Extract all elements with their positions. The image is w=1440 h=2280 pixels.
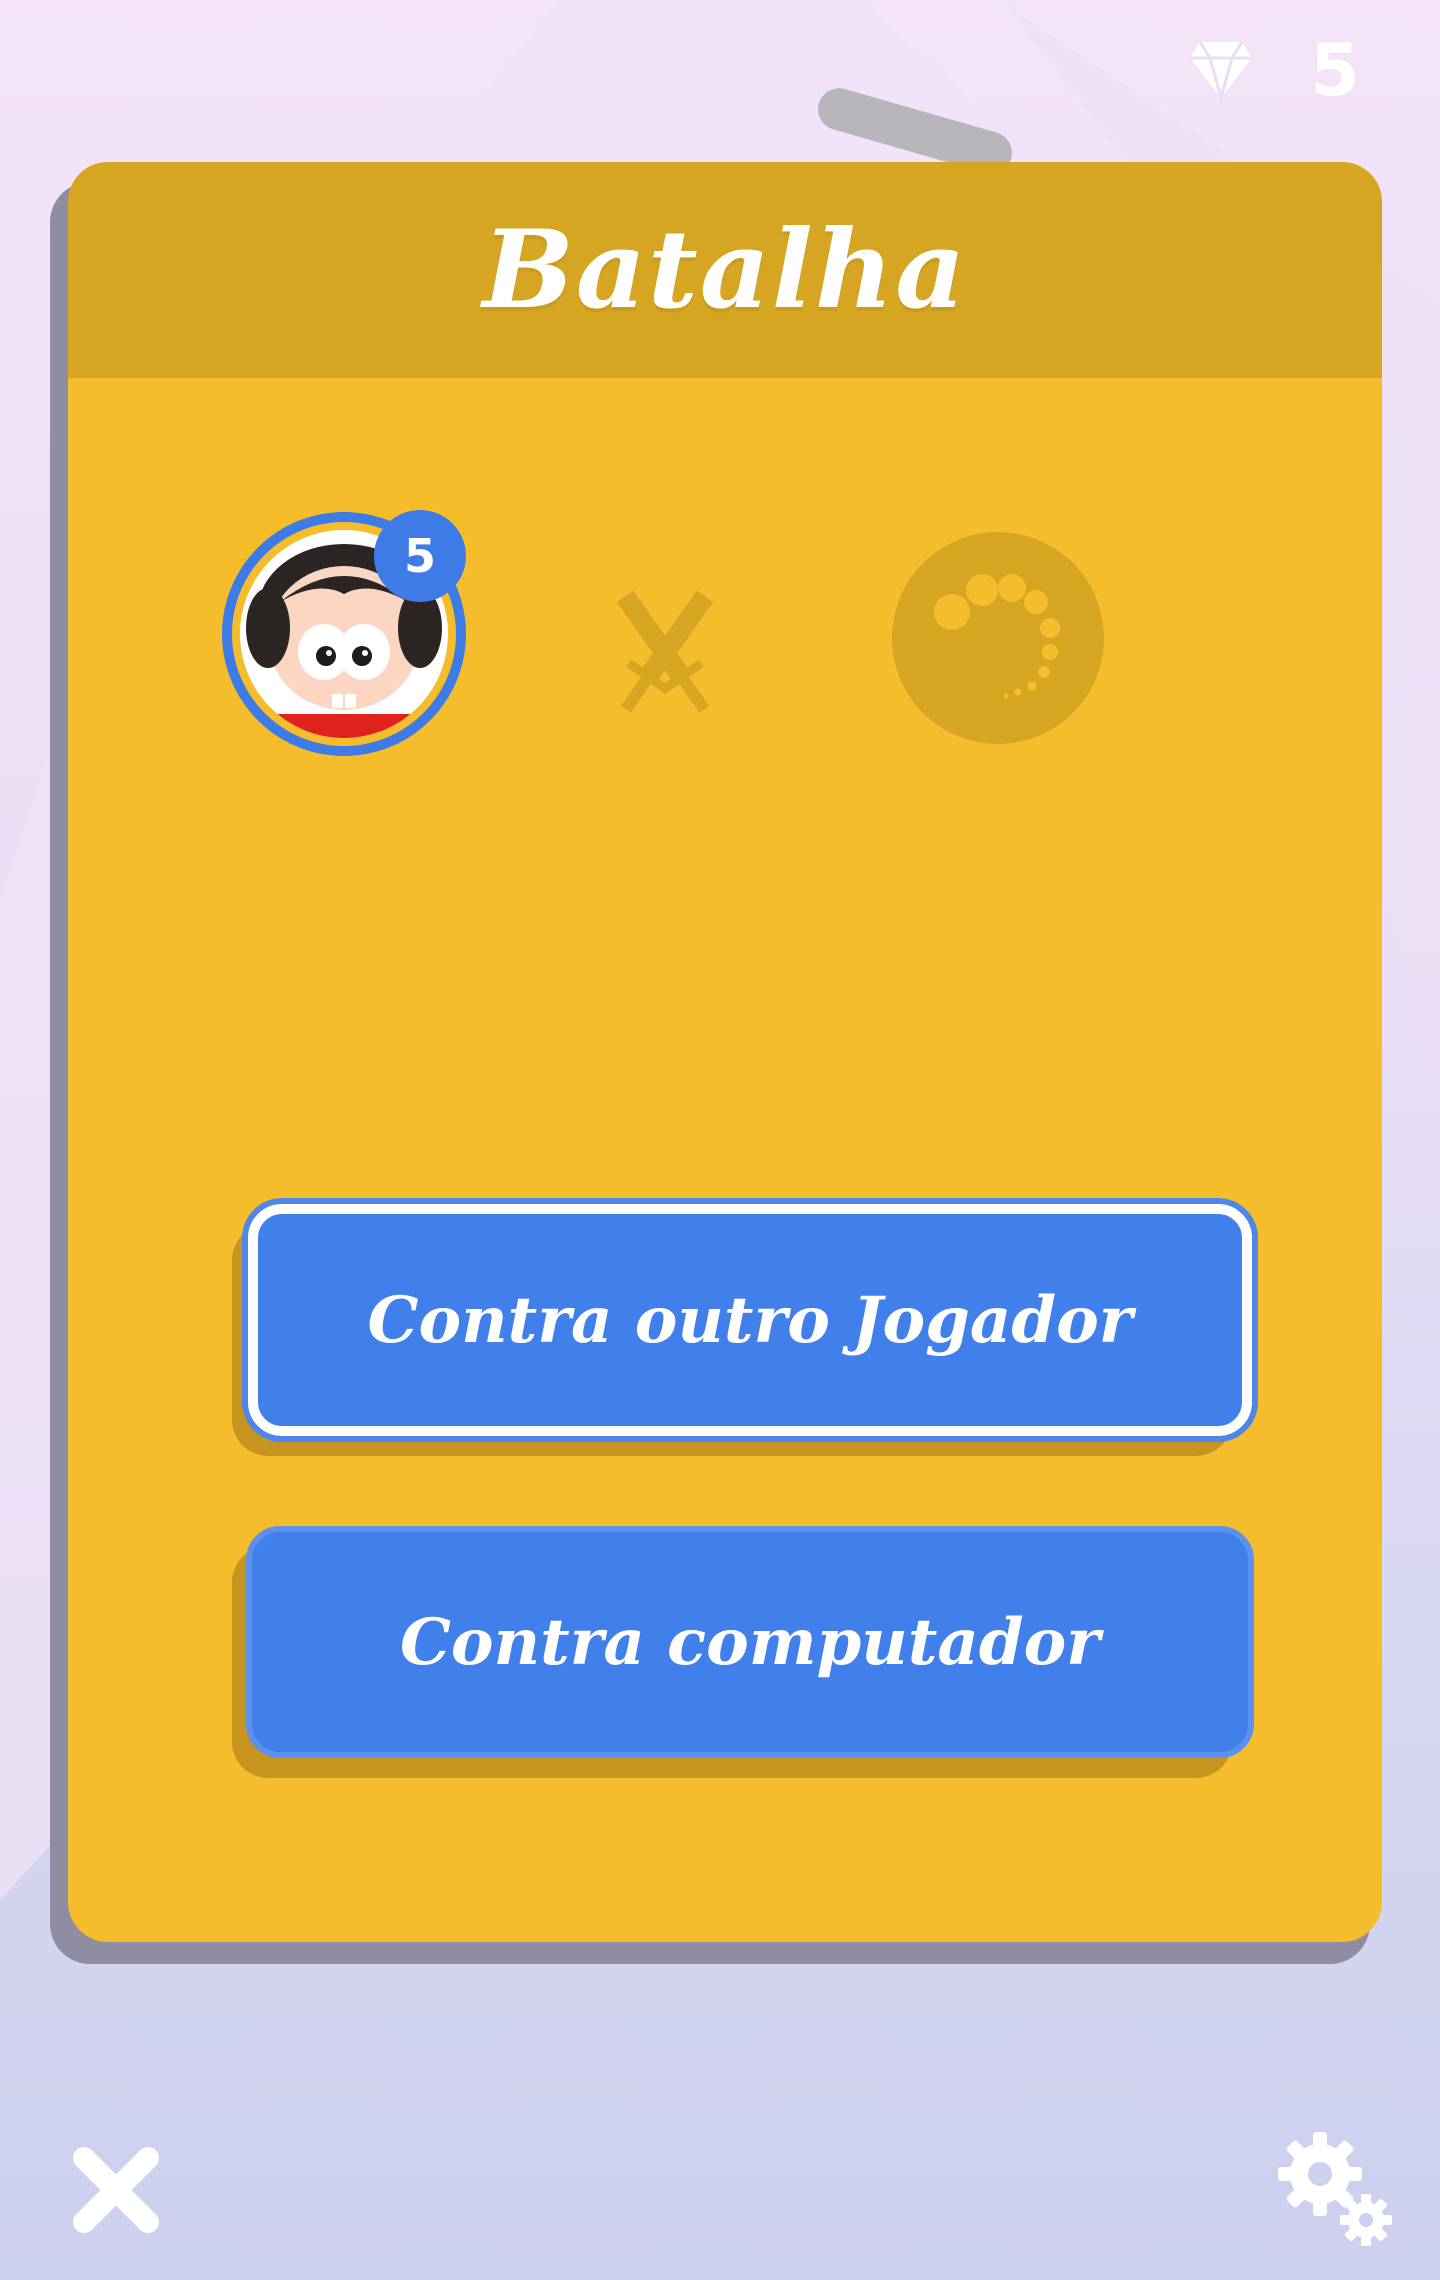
gears-icon[interactable] <box>1270 2124 1400 2254</box>
level-badge: 5 <box>374 510 466 602</box>
diamond-icon <box>1190 41 1252 102</box>
dialog-header: Batalha <box>68 162 1382 378</box>
vs-computer-button[interactable]: Contra computador <box>246 1526 1254 1758</box>
dialog-title: Batalha <box>482 207 968 333</box>
opponent-loading-icon <box>892 532 1104 744</box>
gem-count: 5 <box>1310 28 1361 112</box>
crossed-swords-icon <box>616 590 714 713</box>
vs-player-button[interactable]: Contra outro Jogador <box>248 1204 1252 1436</box>
close-icon[interactable] <box>70 2144 162 2236</box>
